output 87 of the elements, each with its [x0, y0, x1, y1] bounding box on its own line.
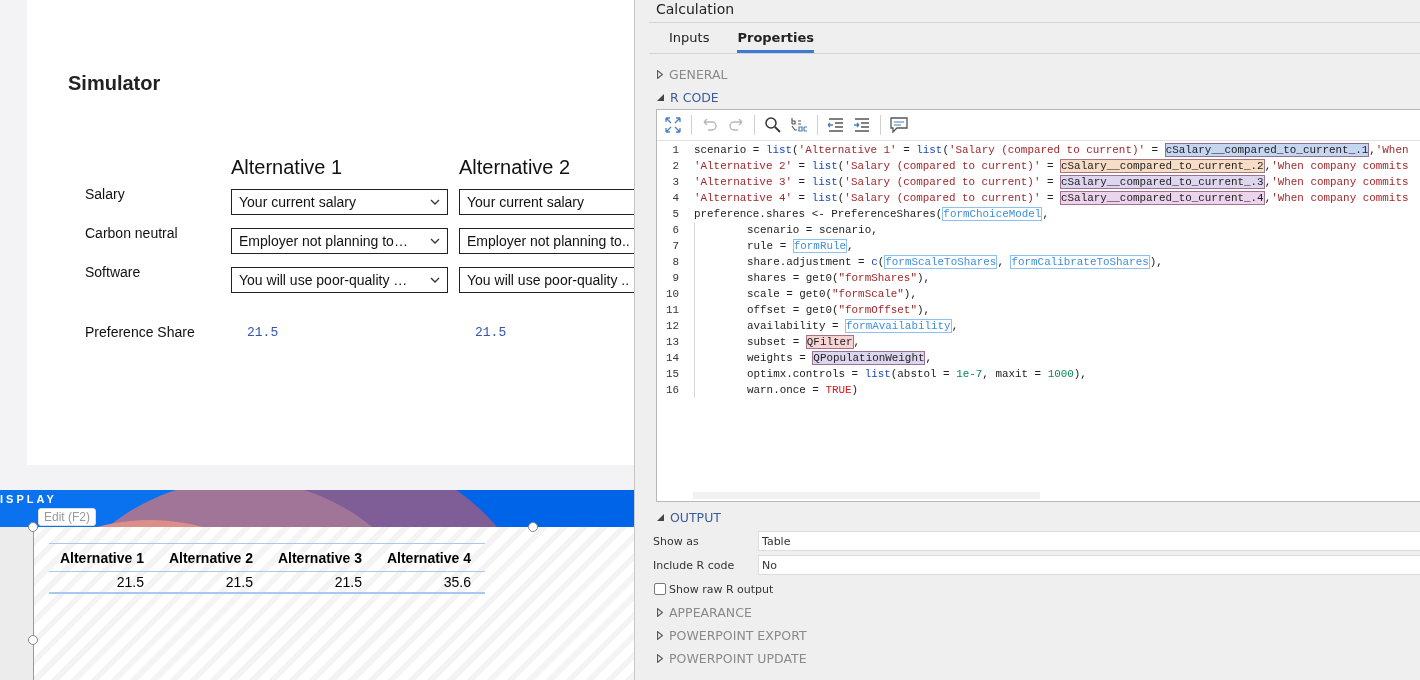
selection-handle[interactable] — [28, 635, 38, 645]
code-line: 'Alternative 3' = list('Salary (compared to current)' = cSalary__compared_to_current_.3,'When company commits — [694, 174, 1409, 190]
collapsed-triangle-icon — [657, 631, 663, 640]
outdent-icon[interactable] — [826, 115, 846, 135]
expanded-triangle-icon — [657, 94, 664, 101]
collapsed-triangle-icon — [657, 654, 663, 663]
field-label: Show as — [653, 534, 700, 548]
line-number: 10 — [664, 288, 679, 300]
code-line: weights = QPopulationWeight, — [694, 350, 932, 366]
code-line: rule = formRule, — [694, 238, 854, 254]
expanded-triangle-icon — [657, 514, 664, 521]
code-line: offset = get0("formOffset"), — [694, 302, 930, 318]
attribute-dropdown[interactable]: You will use poor-quality … — [231, 267, 448, 293]
code-editor[interactable] — [656, 109, 1420, 502]
attribute-dropdown[interactable]: Employer not planning to… — [231, 228, 448, 254]
attribute-dropdown[interactable]: Employer not planning to.. — [459, 228, 634, 254]
comment-icon[interactable] — [889, 115, 909, 135]
selection-handle[interactable] — [528, 522, 538, 532]
table-cell: 21.5 — [267, 571, 376, 593]
preference-share-value: 21.5 — [247, 324, 279, 340]
line-number: 5 — [671, 208, 679, 220]
table-cell: 21.5 — [158, 571, 267, 593]
preference-share-label: Preference Share — [85, 324, 195, 340]
attribute-dropdown[interactable]: Your current salary — [231, 189, 448, 215]
column-header: Alternative 1 — [49, 543, 158, 572]
code-line: availability = formAvailability, — [694, 318, 959, 334]
line-number: 7 — [671, 240, 679, 252]
line-number: 8 — [671, 256, 679, 268]
panel-tab[interactable]: Inputs — [669, 23, 710, 53]
search-icon[interactable] — [763, 115, 783, 135]
section-header[interactable]: R CODE — [657, 86, 1420, 109]
replace-icon[interactable] — [789, 115, 809, 135]
indent-icon[interactable] — [852, 115, 872, 135]
column-header: Alternative 4 — [376, 543, 485, 572]
line-number: 16 — [664, 384, 679, 396]
fullscreen-icon[interactable] — [663, 115, 683, 135]
field-label: Include R code — [653, 558, 736, 572]
chevron-down-icon — [430, 277, 440, 283]
alternative-heading: Alternative 2 — [459, 156, 571, 179]
panel-title: Calculation — [649, 0, 1420, 23]
line-number: 14 — [664, 352, 679, 364]
line-number: 3 — [671, 176, 679, 188]
table-cell: 35.6 — [376, 571, 485, 593]
code-line: shares = get0("formShares"), — [694, 270, 930, 286]
code-line: share.adjustment = c(formScaleToShares, formCalibrateToShares), — [694, 254, 1163, 270]
collapsed-triangle-icon — [657, 608, 663, 617]
code-line: scenario = list('Alternative 1' = list('Salary (compared to current)' = cSalary__compared_to_current_.1,'When — [694, 142, 1409, 158]
line-number: 6 — [671, 224, 679, 236]
section-header[interactable]: OUTPUT — [657, 506, 1420, 529]
attribute-label: Software — [85, 263, 141, 280]
column-header: Alternative 2 — [158, 543, 267, 572]
panel-tab[interactable]: Properties — [737, 23, 815, 53]
dropdown-field[interactable]: Table — [758, 531, 1420, 551]
code-line: 'Alternative 2' = list('Salary (compared to current)' = cSalary__compared_to_current_.2,'When company commits — [694, 158, 1409, 174]
code-line: preference.shares <- PreferenceShares(formChoiceModel, — [694, 206, 1049, 222]
line-number: 13 — [664, 336, 679, 348]
attribute-label: Salary — [85, 185, 125, 202]
line-number: 15 — [664, 368, 679, 380]
line-number: 4 — [671, 192, 679, 204]
banner-text: ISPLAY — [0, 493, 57, 505]
attribute-label: Carbon neutral — [85, 224, 178, 241]
checkbox[interactable] — [654, 583, 666, 595]
code-line: subset = QFilter, — [694, 334, 861, 350]
line-number: 12 — [664, 320, 679, 332]
alternative-heading: Alternative 1 — [231, 156, 343, 179]
dropdown-field[interactable]: No — [758, 555, 1420, 575]
line-number: 1 — [671, 144, 679, 156]
attribute-dropdown[interactable]: Your current salary — [459, 189, 634, 215]
code-line: optimx.controls = list(abstol = 1e-7, maxit = 1000), — [694, 366, 1087, 382]
collapsed-triangle-icon — [657, 70, 663, 79]
attribute-dropdown[interactable]: You will use poor-quality .. — [459, 267, 634, 293]
simulator-title: Simulator — [68, 72, 161, 95]
code-line: scenario = scenario, — [694, 222, 878, 238]
line-number: 9 — [671, 272, 679, 284]
line-number: 2 — [671, 160, 679, 172]
code-line: 'Alternative 4' = list('Salary (compared to current)' = cSalary__compared_to_current_.4,'When company commits — [694, 190, 1409, 206]
chevron-down-icon — [430, 199, 440, 205]
selection-handle[interactable] — [28, 522, 38, 532]
chevron-down-icon — [430, 238, 440, 244]
raw-output-checkbox[interactable]: Show raw R output — [654, 577, 1420, 601]
table-cell: 21.5 — [49, 571, 158, 593]
code-line: scale = get0("formScale"), — [694, 286, 917, 302]
code-line: warn.once = TRUE) — [694, 382, 859, 398]
line-number: 11 — [664, 304, 679, 316]
edit-tooltip: Edit (F2) — [38, 508, 96, 526]
column-header: Alternative 3 — [267, 543, 376, 572]
preference-share-value: 21.5 — [475, 324, 507, 340]
